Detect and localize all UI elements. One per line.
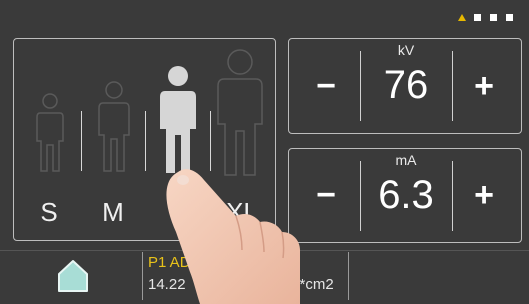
device-screen: S M L XL − kV 76 + − mA 6.3 + P1 ADUL 14… (0, 0, 529, 304)
pointing-hand-image (166, 169, 300, 304)
